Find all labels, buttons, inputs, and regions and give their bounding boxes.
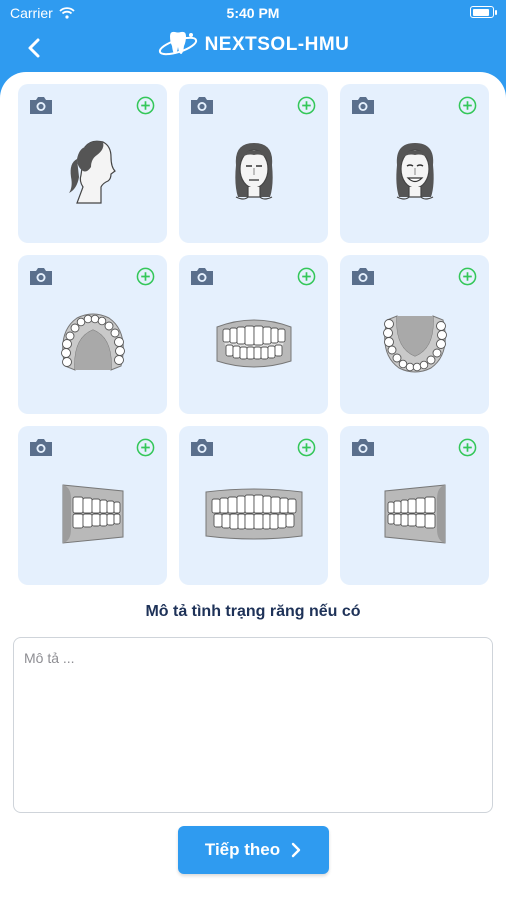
add-circle-icon[interactable] <box>458 438 477 457</box>
upper-arch-illustration <box>18 289 167 396</box>
battery-icon <box>470 6 497 18</box>
right-bite-illustration <box>18 460 167 567</box>
status-time: 5:40 PM <box>226 5 280 21</box>
add-circle-icon[interactable] <box>136 96 155 115</box>
lower-arch-illustration <box>340 289 489 396</box>
add-circle-icon[interactable] <box>297 96 316 115</box>
profile-face-illustration <box>18 118 167 225</box>
camera-icon[interactable] <box>28 436 54 458</box>
front-teeth-illustration <box>179 289 328 396</box>
photo-grid <box>18 84 489 585</box>
nav-bar: NEXTSOL-HMU <box>0 28 506 68</box>
camera-icon[interactable] <box>28 94 54 116</box>
photo-slot-upper-arch[interactable] <box>18 255 167 414</box>
add-circle-icon[interactable] <box>136 267 155 286</box>
photo-slot-lower-arch[interactable] <box>340 255 489 414</box>
brand: NEXTSOL-HMU <box>0 30 506 60</box>
front-bite-illustration <box>179 460 328 567</box>
add-circle-icon[interactable] <box>297 267 316 286</box>
chevron-right-icon <box>291 842 301 858</box>
add-circle-icon[interactable] <box>458 267 477 286</box>
frontal-face-illustration <box>179 118 328 225</box>
next-button[interactable]: Tiếp theo <box>178 826 329 874</box>
photo-slot-front-bite[interactable] <box>179 426 328 585</box>
photo-slot-front-teeth[interactable] <box>179 255 328 414</box>
smiling-face-illustration <box>340 118 489 225</box>
camera-icon[interactable] <box>350 265 376 287</box>
camera-icon[interactable] <box>189 265 215 287</box>
camera-icon[interactable] <box>350 94 376 116</box>
tooth-logo-icon <box>158 31 197 56</box>
camera-icon[interactable] <box>28 265 54 287</box>
camera-icon[interactable] <box>189 94 215 116</box>
status-bar: Carrier 5:40 PM <box>0 0 506 28</box>
description-textarea[interactable] <box>13 637 493 813</box>
camera-icon[interactable] <box>350 436 376 458</box>
add-circle-icon[interactable] <box>297 438 316 457</box>
description-label: Mô tả tình trạng răng nếu có <box>145 603 361 620</box>
next-button-label: Tiếp theo <box>204 840 281 859</box>
app-title: NEXTSOL-HMU <box>204 34 350 55</box>
content-sheet: Mô tả tình trạng răng nếu có Tiếp theo <box>0 72 506 900</box>
add-circle-icon[interactable] <box>136 438 155 457</box>
add-circle-icon[interactable] <box>458 96 477 115</box>
photo-slot-profile[interactable] <box>18 84 167 243</box>
photo-slot-left-bite[interactable] <box>340 426 489 585</box>
photo-slot-smile[interactable] <box>340 84 489 243</box>
camera-icon[interactable] <box>189 436 215 458</box>
photo-slot-right-bite[interactable] <box>18 426 167 585</box>
photo-slot-frontal[interactable] <box>179 84 328 243</box>
left-bite-illustration <box>340 460 489 567</box>
